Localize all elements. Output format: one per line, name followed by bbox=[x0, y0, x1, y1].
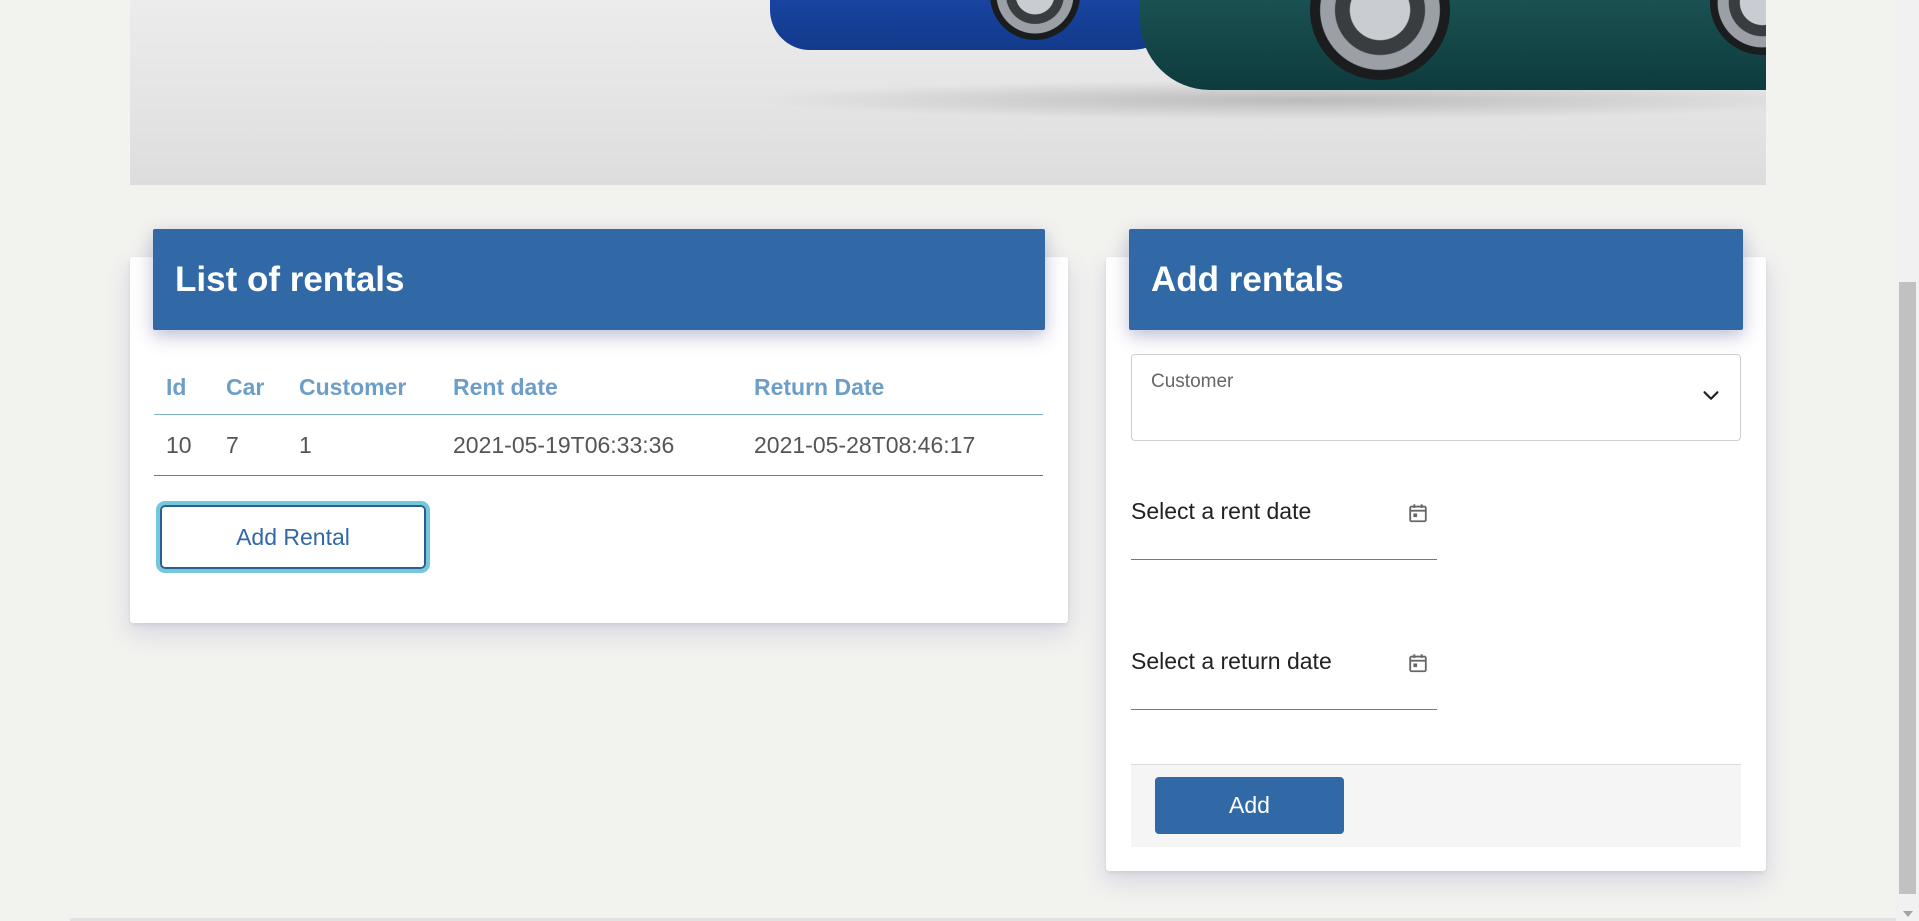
customer-select-label: Customer bbox=[1151, 371, 1234, 392]
cell-rent-date: 2021-05-19T06:33:36 bbox=[441, 414, 742, 476]
calendar-icon[interactable] bbox=[1407, 652, 1429, 674]
customer-select[interactable]: Customer bbox=[1131, 354, 1741, 441]
cell-id: 10 bbox=[154, 414, 214, 476]
add-rentals-header: Add rentals bbox=[1129, 229, 1743, 330]
column-header-return-date[interactable]: Return Date bbox=[742, 360, 1043, 415]
rentals-list-header: List of rentals bbox=[153, 229, 1045, 330]
return-date-field[interactable]: Select a return date bbox=[1131, 640, 1437, 710]
chevron-down-icon[interactable] bbox=[1700, 385, 1722, 407]
rent-date-field[interactable]: Select a rent date bbox=[1131, 490, 1437, 560]
rent-date-label: Select a rent date bbox=[1131, 498, 1312, 524]
add-button[interactable]: Add bbox=[1155, 777, 1344, 834]
calendar-icon[interactable] bbox=[1407, 502, 1429, 524]
add-rentals-title: Add rentals bbox=[1151, 259, 1344, 299]
page-scrollbar[interactable] bbox=[1896, 0, 1919, 921]
column-header-car[interactable]: Car bbox=[214, 360, 287, 415]
hero-banner-image bbox=[130, 0, 1766, 185]
rentals-table: Id Car Customer Rent date Return Date 10… bbox=[154, 360, 1043, 476]
column-header-rent-date[interactable]: Rent date bbox=[441, 360, 742, 415]
cell-customer: 1 bbox=[287, 414, 441, 476]
cell-return-date: 2021-05-28T08:46:17 bbox=[742, 414, 1043, 476]
add-rental-button[interactable]: Add Rental bbox=[156, 501, 430, 573]
return-date-label: Select a return date bbox=[1131, 648, 1332, 674]
column-header-customer[interactable]: Customer bbox=[287, 360, 441, 415]
scrollbar-thumb[interactable] bbox=[1899, 282, 1916, 894]
scroll-down-arrow-icon[interactable] bbox=[1903, 911, 1913, 917]
table-header-row: Id Car Customer Rent date Return Date bbox=[154, 360, 1043, 415]
blue-car-image bbox=[770, 0, 1190, 50]
column-header-id[interactable]: Id bbox=[154, 360, 214, 415]
green-car-image bbox=[1140, 0, 1766, 90]
rentals-list-title: List of rentals bbox=[175, 259, 405, 299]
cell-car: 7 bbox=[214, 414, 287, 476]
table-row: 10 7 1 2021-05-19T06:33:36 2021-05-28T08… bbox=[154, 414, 1043, 476]
